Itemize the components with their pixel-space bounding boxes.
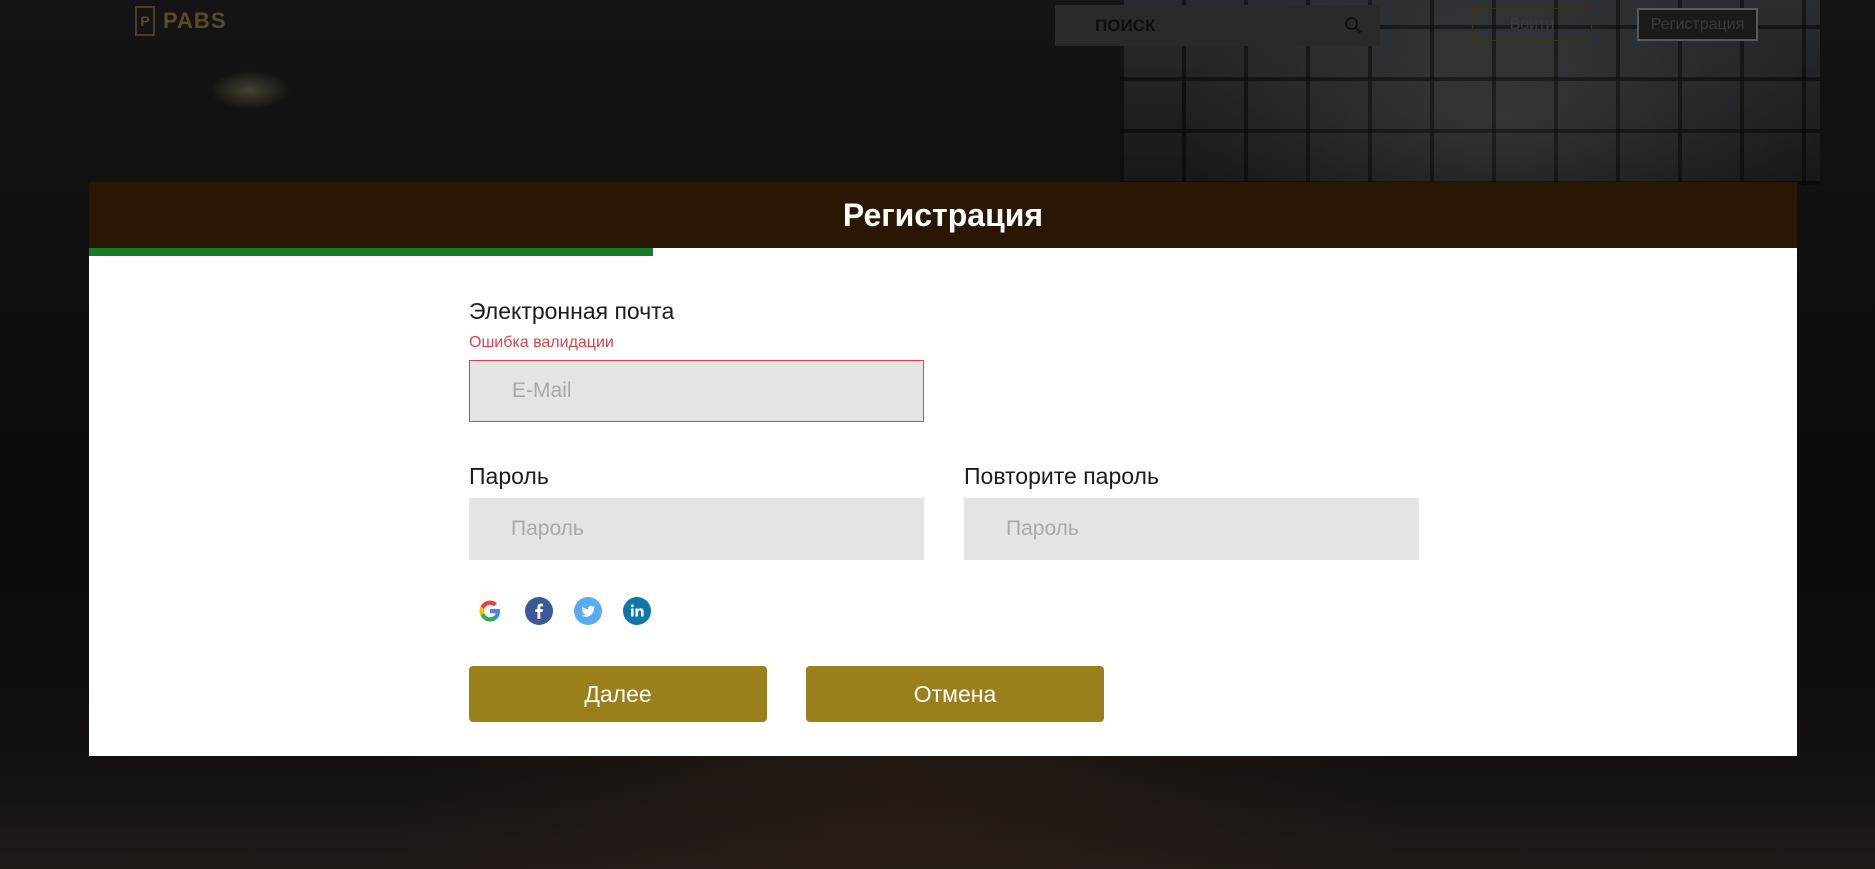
password-field[interactable] (469, 498, 924, 560)
register-button[interactable]: Регистрация (1637, 8, 1758, 41)
logo-text: PABS (163, 8, 227, 33)
linkedin-icon[interactable] (623, 597, 651, 625)
registration-modal: Регистрация Электронная почта Ошибка вал… (89, 182, 1797, 756)
google-icon[interactable] (476, 597, 504, 625)
logo-mark: P (135, 6, 155, 36)
search-icon[interactable] (1344, 16, 1362, 34)
modal-title: Регистрация (842, 196, 1044, 233)
search-bar (1055, 5, 1380, 46)
facebook-icon[interactable] (525, 597, 553, 625)
logo[interactable]: P PABS (135, 6, 227, 36)
password-label: Пароль (469, 463, 549, 489)
password-repeat-field[interactable] (964, 498, 1419, 560)
email-error-message: Ошибка валидации (469, 334, 614, 351)
login-button[interactable]: Войти (1472, 8, 1592, 41)
progress-bar (89, 248, 1797, 256)
progress-bar-fill (89, 248, 653, 256)
password-repeat-label: Повторите пароль (964, 463, 1159, 489)
social-login-row (476, 597, 651, 625)
twitter-icon[interactable] (574, 597, 602, 625)
email-label: Электронная почта (469, 298, 675, 324)
top-navbar: P PABS Войти Регистрация (0, 0, 1875, 50)
cancel-button[interactable]: Отмена (806, 666, 1104, 722)
next-button[interactable]: Далее (469, 666, 767, 722)
email-field[interactable] (469, 360, 924, 422)
search-input[interactable] (1093, 14, 1337, 37)
background-floor (0, 749, 1875, 869)
modal-header: Регистрация (89, 182, 1797, 248)
